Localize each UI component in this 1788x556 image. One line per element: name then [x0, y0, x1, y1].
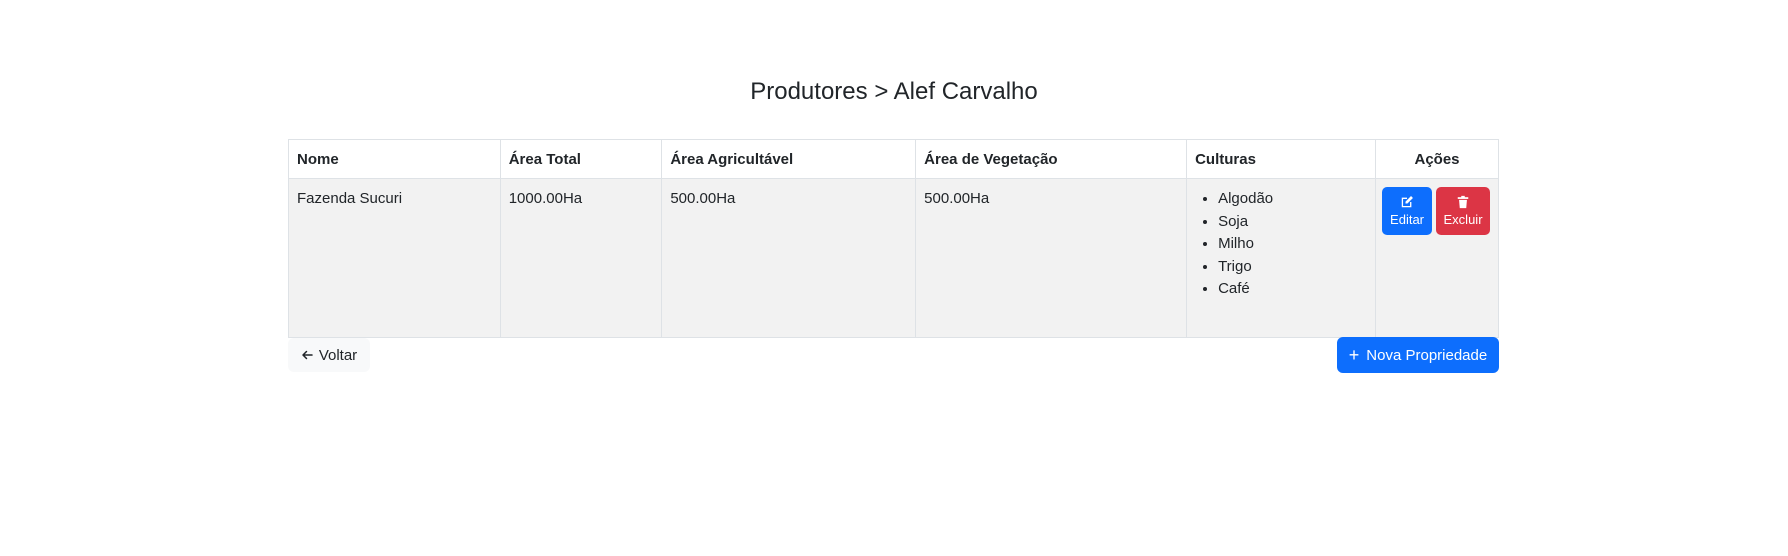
- delete-button[interactable]: Excluir: [1436, 187, 1491, 235]
- edit-button[interactable]: Editar: [1382, 187, 1433, 235]
- cell-acoes: Editar Excluir: [1375, 178, 1499, 338]
- trash-icon: [1457, 195, 1469, 209]
- table-row: Fazenda Sucuri 1000.00Ha 500.00Ha 500.00…: [288, 178, 1499, 338]
- back-button[interactable]: Voltar: [288, 338, 370, 372]
- page: Produtores > Alef Carvalho Nome Área Tot…: [0, 0, 1788, 556]
- crops-list: Algodão Soja Milho Trigo Café: [1195, 188, 1367, 301]
- back-button-label: Voltar: [318, 346, 358, 364]
- properties-table: Nome Área Total Área Agricultável Área d…: [288, 139, 1499, 338]
- breadcrumb-current: Alef Carvalho: [893, 78, 1038, 105]
- list-item: Algodão: [1218, 188, 1367, 211]
- edit-button-label: Editar: [1390, 212, 1425, 227]
- list-item: Milho: [1218, 233, 1367, 256]
- table-header-row: Nome Área Total Área Agricultável Área d…: [288, 139, 1499, 179]
- new-property-button[interactable]: + Nova Propriedade: [1337, 337, 1499, 373]
- edit-icon: [1401, 196, 1413, 208]
- page-title: Produtores > Alef Carvalho: [0, 78, 1788, 107]
- breadcrumb-parent: Produtores: [750, 78, 868, 105]
- column-header-area-vegetacao: Área de Vegetação: [915, 139, 1188, 179]
- new-property-button-label: Nova Propriedade: [1366, 346, 1488, 364]
- arrow-left-icon: [302, 350, 313, 360]
- delete-button-label: Excluir: [1443, 212, 1483, 227]
- column-header-culturas: Culturas: [1186, 139, 1377, 179]
- column-header-nome: Nome: [288, 139, 501, 179]
- cell-culturas: Algodão Soja Milho Trigo Café: [1186, 178, 1377, 338]
- column-header-acoes: Ações: [1375, 139, 1499, 179]
- list-item: Soja: [1218, 211, 1367, 234]
- row-actions: Editar Excluir: [1382, 187, 1492, 235]
- properties-table-container: Nome Área Total Área Agricultável Área d…: [288, 139, 1499, 338]
- column-header-area-agricultavel: Área Agricultável: [661, 139, 917, 179]
- cell-area-agricultavel: 500.00Ha: [661, 178, 917, 338]
- cell-nome: Fazenda Sucuri: [288, 178, 501, 338]
- list-item: Café: [1218, 278, 1367, 301]
- breadcrumb-separator: >: [874, 78, 889, 105]
- plus-icon: +: [1348, 344, 1360, 365]
- cell-area-total: 1000.00Ha: [499, 178, 663, 338]
- column-header-area-total: Área Total: [499, 139, 663, 179]
- list-item: Trigo: [1218, 256, 1367, 279]
- cell-area-vegetacao: 500.00Ha: [915, 178, 1188, 338]
